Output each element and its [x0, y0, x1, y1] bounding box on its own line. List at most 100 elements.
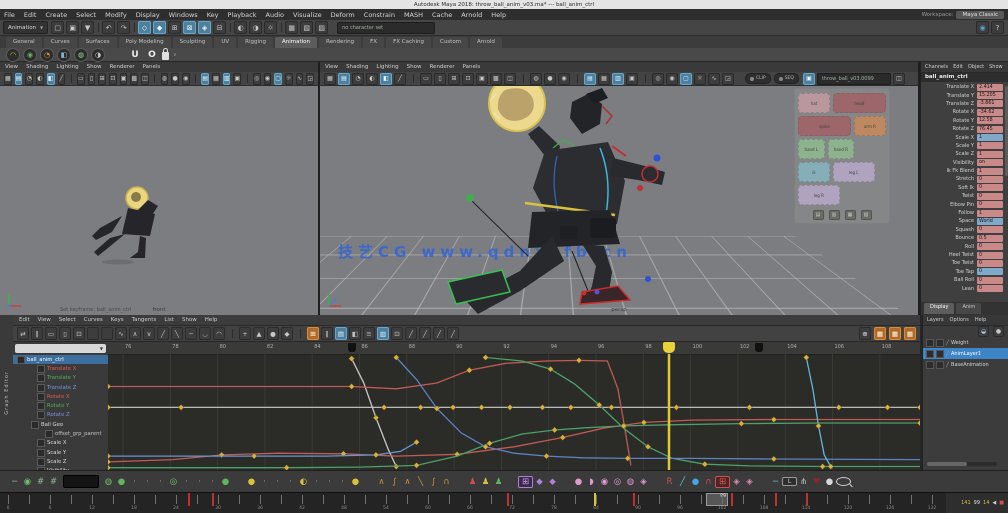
- viewport-tool-icon[interactable]: ▢: [274, 73, 282, 85]
- playback-option-icon[interactable]: [836, 477, 851, 486]
- ball-control[interactable]: [489, 86, 545, 131]
- status-icon[interactable]: ▢: [51, 21, 64, 34]
- graph-tool-icon[interactable]: ▭: [45, 327, 57, 340]
- anim-layer-row[interactable]: ╱ AnimLayer1: [923, 348, 1008, 359]
- outliner-channel-row[interactable]: Scale Y: [13, 448, 108, 457]
- viewport-tool-icon[interactable]: ☼: [694, 73, 706, 85]
- anim-layer-row[interactable]: ╱ BaseAnimation: [923, 359, 1008, 370]
- shelf-tool-icon[interactable]: ◧: [57, 48, 71, 62]
- channel-value-field[interactable]: on: [977, 159, 1003, 166]
- layer-tool-icon[interactable]: ◒: [978, 326, 989, 337]
- viewport-tool-icon[interactable]: ▤: [15, 73, 23, 85]
- current-frame-marker[interactable]: [663, 342, 675, 353]
- playback-option-icon[interactable]: ◉: [21, 477, 34, 487]
- picker-button[interactable]: head: [833, 93, 886, 113]
- layer-lock-icon[interactable]: [936, 361, 944, 369]
- layer-lock-icon[interactable]: [936, 350, 944, 358]
- picker-footer-icon[interactable]: ▤: [813, 210, 824, 220]
- viewport-tool-icon[interactable]: ◐: [36, 73, 44, 85]
- character-set-field[interactable]: no character set: [337, 22, 435, 34]
- viewport-tool-icon[interactable]: ▦: [324, 73, 336, 85]
- viewport-tool-icon[interactable]: ◉: [558, 73, 570, 85]
- timeline-bookmark[interactable]: [348, 343, 356, 352]
- graph-tool-icon[interactable]: ⊡: [73, 327, 85, 340]
- viewport-tool-icon[interactable]: ▭: [77, 73, 85, 85]
- viewport-tool-icon[interactable]: [572, 74, 582, 84]
- channel-box-menu[interactable]: Edit: [953, 64, 963, 70]
- graph-tool-icon[interactable]: ─: [185, 327, 197, 340]
- viewport-menu-item[interactable]: Show: [407, 64, 422, 70]
- playback-option-icon[interactable]: ◆: [546, 477, 559, 487]
- chevron-down-icon[interactable]: ∨: [173, 52, 177, 58]
- viewport-menu-item[interactable]: Panels: [463, 64, 481, 70]
- outliner-channel-row[interactable]: Rotate Y: [13, 401, 108, 410]
- graph-tool-icon[interactable]: ▤: [335, 327, 347, 340]
- graph-tool-icon[interactable]: ╱: [157, 327, 169, 340]
- graph-tool-icon[interactable]: ╱: [405, 327, 417, 340]
- playback-option-icon[interactable]: ∩: [440, 477, 453, 487]
- playback-option-icon[interactable]: ●: [689, 477, 702, 487]
- picker-footer-icon[interactable]: ▥: [829, 210, 840, 220]
- viewport-tool-icon[interactable]: ●: [544, 73, 556, 85]
- playback-option-icon[interactable]: ●: [219, 477, 232, 487]
- playback-option-icon[interactable]: ♥: [810, 477, 823, 487]
- playback-option-icon[interactable]: ∫: [388, 477, 401, 487]
- graph-tool-icon[interactable]: ∧: [129, 327, 141, 340]
- status-icon[interactable]: ▼: [81, 21, 94, 34]
- picker-button[interactable]: hat: [798, 93, 830, 113]
- playback-option-icon[interactable]: #: [47, 477, 60, 487]
- viewport-tool-icon[interactable]: [68, 74, 74, 84]
- playback-option-icon[interactable]: ∧: [375, 477, 388, 487]
- status-icon[interactable]: ▧: [300, 21, 313, 34]
- playback-option-icon[interactable]: ●: [115, 477, 128, 487]
- playback-option-icon[interactable]: ◈: [637, 477, 650, 487]
- channel-value-field[interactable]: 0: [977, 252, 1003, 259]
- viewport-tool-icon[interactable]: ⊞: [448, 73, 460, 85]
- menu-item[interactable]: Arnold: [461, 11, 482, 19]
- graph-editor-panel-tab[interactable]: Graph Editor: [0, 315, 14, 470]
- viewport-tool-icon[interactable]: ◉: [182, 73, 190, 85]
- channel-value-field[interactable]: 0: [977, 184, 1003, 191]
- graph-tool-icon[interactable]: ╱: [433, 327, 445, 340]
- snap-letter-icon[interactable]: O: [146, 50, 158, 60]
- viewport-tool-icon[interactable]: ▤: [338, 73, 350, 85]
- playback-option-icon[interactable]: ♟: [466, 477, 479, 487]
- viewport-pill-button[interactable]: CLIP: [745, 73, 771, 84]
- shelf-tab[interactable]: FX: [363, 37, 384, 48]
- graph-tool-icon[interactable]: [227, 328, 237, 339]
- shelf-tab[interactable]: Surfaces: [79, 37, 117, 48]
- playback-option-icon[interactable]: ◉: [598, 477, 611, 487]
- help-icon[interactable]: ◉: [976, 21, 989, 34]
- viewport-tool-icon[interactable]: ▭: [420, 73, 432, 85]
- channel-value-field[interactable]: 12.58: [977, 117, 1003, 124]
- menu-item[interactable]: Display: [136, 11, 160, 19]
- timeline-bookmark[interactable]: [755, 343, 763, 352]
- keyframe-tick[interactable]: [775, 493, 777, 506]
- layer-tool-icon[interactable]: ●: [993, 326, 1004, 337]
- channel-value-field[interactable]: 0: [977, 201, 1003, 208]
- right-foot-control[interactable]: [580, 276, 651, 304]
- shelf-tool-icon[interactable]: ◔: [40, 48, 54, 62]
- time-slider[interactable]: 99 0612182430364248546066727884909610210…: [0, 492, 946, 513]
- viewport-tool-icon[interactable]: ◫: [504, 73, 516, 85]
- keyframe-tick[interactable]: [806, 493, 808, 506]
- playback-option-icon[interactable]: ◍: [624, 477, 637, 487]
- menu-item[interactable]: Playback: [227, 11, 256, 19]
- graph-tool-icon[interactable]: ∿: [115, 327, 127, 340]
- picker-button[interactable]: spine: [798, 116, 851, 136]
- viewport-extra-icon[interactable]: ◫: [893, 73, 905, 85]
- menu-item[interactable]: Cache: [432, 11, 452, 19]
- viewport-tool-icon[interactable]: [408, 74, 418, 84]
- menu-item[interactable]: Edit: [24, 11, 37, 19]
- outliner-channel-row[interactable]: Translate Z: [13, 383, 108, 392]
- status-icon[interactable]: ◇: [138, 21, 151, 34]
- menu-item[interactable]: Help: [491, 11, 506, 19]
- viewport-tool-icon[interactable]: [152, 74, 158, 84]
- layer-menu-item[interactable]: Layers: [927, 317, 944, 323]
- viewport-tool-icon[interactable]: ▤: [201, 73, 209, 85]
- viewport-tool-icon[interactable]: ╱: [394, 73, 406, 85]
- playback-option-icon[interactable]: ♟: [492, 477, 505, 487]
- graph-tool-icon[interactable]: ∨: [143, 327, 155, 340]
- viewport-tool-icon[interactable]: ▩: [130, 73, 138, 85]
- playback-option-icon[interactable]: ╲: [414, 477, 427, 487]
